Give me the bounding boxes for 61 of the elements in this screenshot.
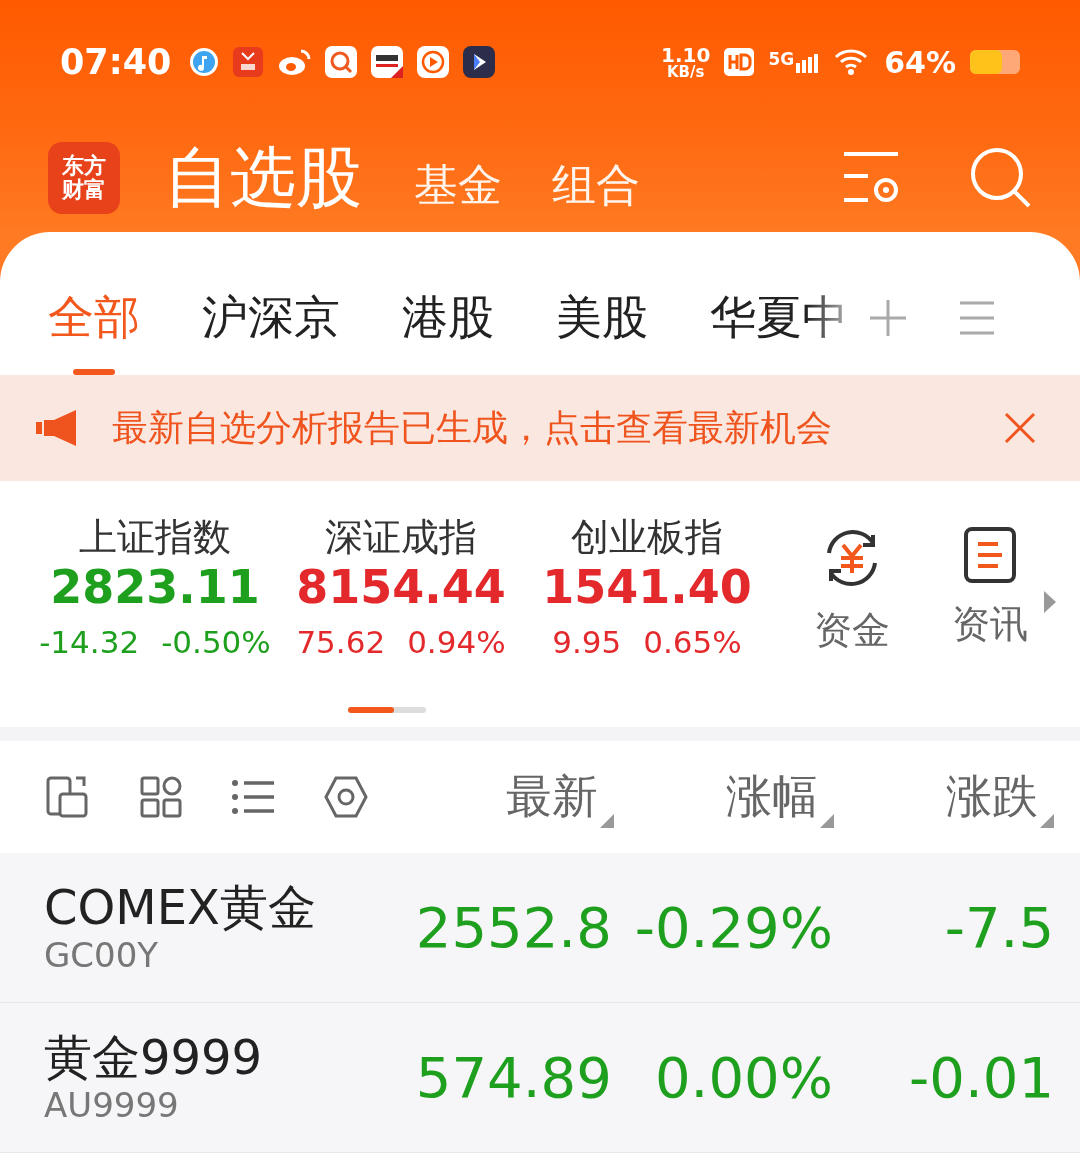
list-icon[interactable] bbox=[232, 779, 274, 815]
index-change: 9.95 bbox=[552, 624, 622, 661]
app-logo[interactable]: 东方 财富 bbox=[48, 142, 120, 214]
finance-app-icon bbox=[233, 47, 264, 77]
page-title: 自选股 bbox=[164, 138, 362, 218]
shortcut-label[interactable]: 资金 bbox=[814, 605, 890, 656]
sort-icon[interactable] bbox=[1040, 814, 1054, 828]
speed-unit: KB/s bbox=[666, 64, 705, 80]
clock: 07:40 bbox=[60, 42, 172, 82]
price: 2552.8 bbox=[414, 895, 612, 960]
switch-view-icon[interactable] bbox=[46, 776, 90, 818]
next-arrow-icon[interactable] bbox=[1042, 589, 1058, 615]
signal-icon bbox=[796, 51, 821, 73]
category-tab[interactable]: 美股 bbox=[556, 232, 648, 375]
change-amount: -0.01 bbox=[908, 1045, 1054, 1110]
change-amount: -7.5 bbox=[943, 895, 1054, 960]
weibo-icon bbox=[277, 47, 312, 77]
search-app-icon bbox=[325, 46, 358, 78]
network-speed: 1.10 bbox=[661, 44, 711, 65]
settings-icon[interactable] bbox=[324, 776, 368, 818]
category-tab[interactable]: 华夏中 bbox=[710, 232, 848, 375]
index-change: 0.94% bbox=[407, 624, 506, 661]
document-icon[interactable] bbox=[964, 527, 1016, 583]
index-value: 1541.40 bbox=[542, 558, 752, 616]
music-app-icon bbox=[189, 47, 220, 77]
index-change: -0.50% bbox=[161, 624, 271, 661]
sort-header[interactable]: 涨幅 bbox=[726, 766, 818, 828]
change-percent: -0.29% bbox=[633, 895, 833, 960]
play-icon bbox=[417, 46, 450, 78]
index-name: 上证指数 bbox=[79, 517, 231, 559]
add-icon[interactable] bbox=[868, 297, 908, 338]
menu-icon[interactable] bbox=[958, 299, 996, 336]
stock-name[interactable]: COMEX黄金 bbox=[44, 879, 413, 936]
index-value: 2823.11 bbox=[50, 558, 260, 616]
hd-voice-icon bbox=[724, 48, 755, 76]
category-tab[interactable]: 港股 bbox=[402, 232, 494, 375]
category-tab[interactable]: 全部 bbox=[48, 232, 140, 375]
index-name: 深证成指 bbox=[325, 517, 477, 559]
index-name: 创业板指 bbox=[571, 517, 723, 559]
battery-icon bbox=[970, 50, 1020, 74]
sort-header[interactable]: 涨跌 bbox=[946, 766, 1038, 828]
change-percent: 0.00% bbox=[654, 1045, 833, 1110]
search-icon[interactable] bbox=[970, 147, 1032, 209]
index-value: 8154.44 bbox=[296, 558, 506, 616]
sort-icon[interactable] bbox=[820, 814, 834, 828]
index-change: -14.32 bbox=[39, 624, 140, 661]
news-app-icon bbox=[371, 46, 404, 78]
stock-code: AU9999 bbox=[44, 1085, 180, 1126]
stock-code: GC00Y bbox=[44, 935, 160, 976]
index-change: 0.65% bbox=[643, 624, 742, 661]
price: 574.89 bbox=[414, 1045, 612, 1110]
index-change: 75.62 bbox=[296, 624, 386, 661]
shortcut-label[interactable]: 资讯 bbox=[952, 599, 1028, 650]
battery-percent: 64% bbox=[884, 44, 956, 80]
sort-header[interactable]: 最新 bbox=[506, 766, 598, 828]
stock-name[interactable]: 黄金9999 bbox=[44, 1029, 413, 1086]
network-type: 5G bbox=[768, 51, 795, 68]
sort-icon[interactable] bbox=[600, 814, 614, 828]
grid-icon[interactable] bbox=[140, 776, 182, 818]
category-tab[interactable]: 沪深京 bbox=[202, 232, 340, 375]
video-app-icon bbox=[463, 46, 496, 78]
